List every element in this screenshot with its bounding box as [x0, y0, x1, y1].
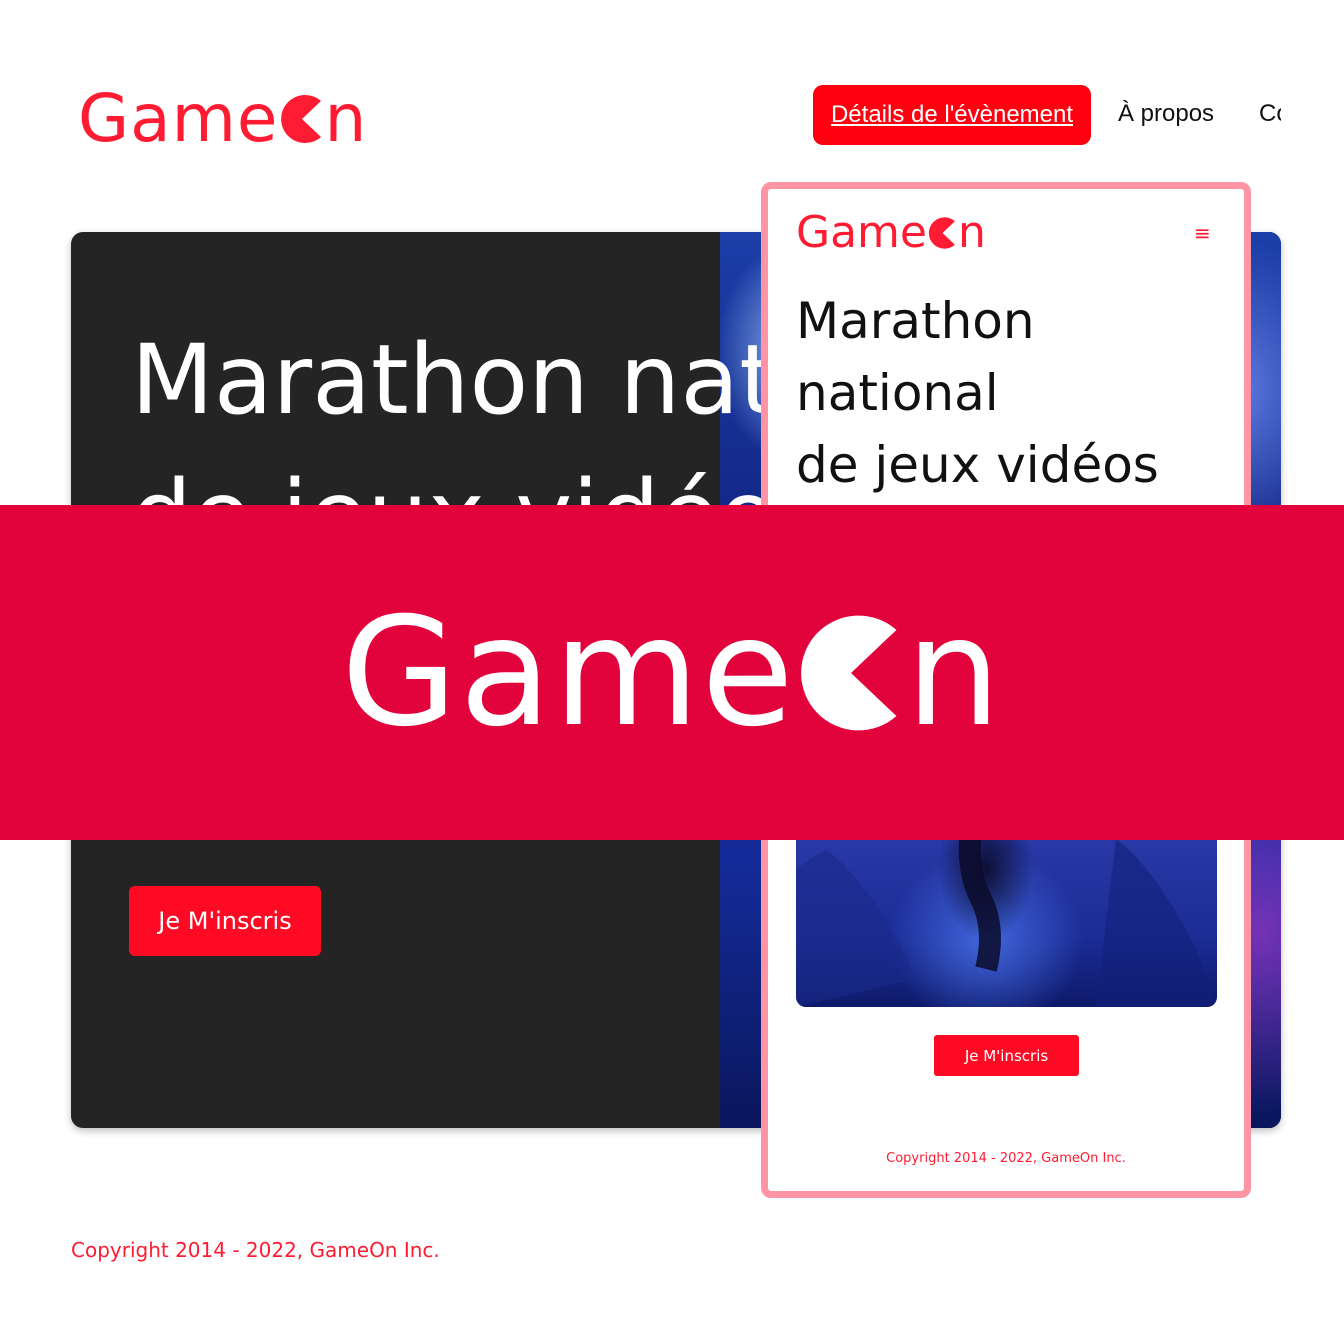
- mobile-footer-copyright: Copyright 2014 - 2022, GameOn Inc.: [886, 1151, 1126, 1166]
- mobile-register-button[interactable]: Je M'inscris: [934, 1035, 1079, 1076]
- banner-pacman-icon: [800, 615, 897, 730]
- hamburger-icon[interactable]: ≡: [1194, 223, 1211, 243]
- mobile-hero-title: Marathon national de jeux vidéos: [796, 285, 1159, 501]
- hero-title-line-1: Marathon nat: [131, 324, 777, 436]
- braid-illustration: [796, 829, 1217, 1007]
- mobile-gameon-logo[interactable]: Game n: [796, 207, 986, 258]
- register-button[interactable]: Je M'inscris: [129, 886, 321, 956]
- brand-banner: Game n: [0, 505, 1344, 840]
- nav-contact[interactable]: Co: [1259, 100, 1281, 128]
- mobile-title-line-1: Marathon: [796, 292, 1035, 350]
- banner-gameon-logo: Game n: [341, 586, 1003, 760]
- banner-logo-text-suffix: n: [905, 585, 1003, 760]
- mobile-pacman-icon: [928, 216, 955, 249]
- mobile-logo-text-suffix: n: [958, 207, 986, 258]
- mobile-hero-image: [796, 829, 1217, 1007]
- banner-logo-text-prefix: Game: [341, 585, 796, 760]
- nav-about[interactable]: À propos: [1118, 100, 1214, 128]
- logo-text-suffix: n: [324, 80, 368, 157]
- footer-copyright: Copyright 2014 - 2022, GameOn Inc.: [71, 1238, 440, 1262]
- mobile-title-line-2: national: [796, 364, 999, 422]
- pacman-icon: [280, 94, 321, 143]
- logo-text-prefix: Game: [78, 80, 279, 157]
- mobile-logo-text-prefix: Game: [796, 207, 927, 258]
- gameon-logo[interactable]: Game n: [78, 80, 367, 157]
- nav-event-details[interactable]: Détails de l'évènement: [813, 85, 1091, 145]
- mobile-title-line-3: de jeux vidéos: [796, 436, 1159, 494]
